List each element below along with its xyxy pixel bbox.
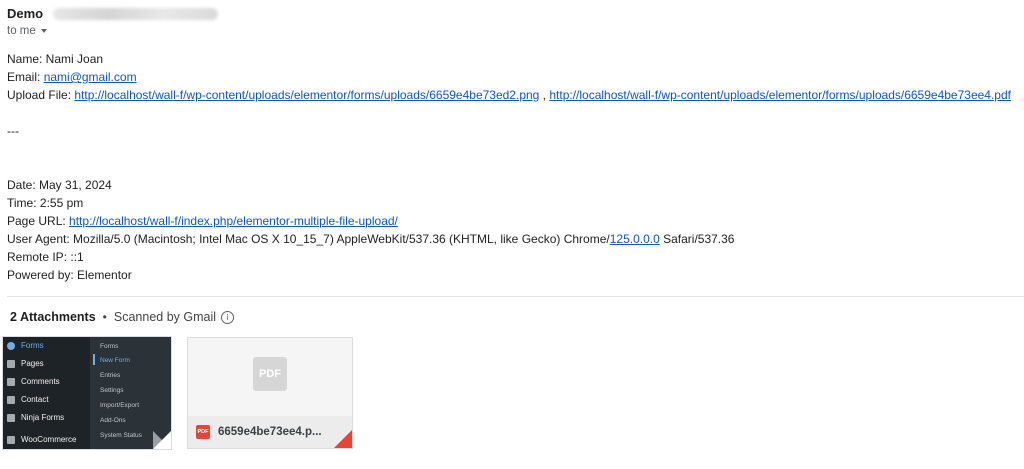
sender-row: Demo <box>7 6 219 21</box>
submenu-forms: Forms <box>100 343 119 350</box>
attachments-count: 2 Attachments <box>10 310 96 324</box>
forms-icon <box>7 341 15 350</box>
page-url-link[interactable]: http://localhost/wall-f/index.php/elemen… <box>69 214 398 228</box>
chrome-version-link[interactable]: 125.0.0.0 <box>610 232 660 246</box>
mail-icon <box>7 395 15 404</box>
attachment-file-name: 6659e4be73ee4.p... <box>218 426 322 438</box>
field-upload-label: Upload File: <box>7 88 75 102</box>
attachments-header: 2 Attachments • Scanned by Gmail i <box>10 310 235 324</box>
submenu-system-status: System Status <box>100 432 142 439</box>
upload-separator: , <box>539 88 550 102</box>
divider <box>7 296 1024 297</box>
field-user-agent: User Agent: Mozilla/5.0 (Macintosh; Inte… <box>7 230 1011 248</box>
sender-name[interactable]: Demo <box>7 6 43 21</box>
submenu-entries: Entries <box>100 372 121 379</box>
active-marker <box>93 354 95 365</box>
pages-icon <box>7 359 15 368</box>
wp-admin-menu: Forms Pages Comments Contact Ninja Forms… <box>3 337 87 449</box>
submenu-import-export: Import/Export <box>100 402 140 409</box>
upload-link-pdf[interactable]: http://localhost/wall-f/wp-content/uploa… <box>549 88 1011 102</box>
field-page-url: Page URL: http://localhost/wall-f/index.… <box>7 212 1011 230</box>
submenu-settings: Settings <box>100 387 124 394</box>
menu-item-woocommerce: WooCommerce <box>7 435 76 444</box>
info-icon[interactable]: i <box>221 310 235 324</box>
field-email: Email: nami@gmail.com <box>7 68 1011 86</box>
user-agent-prefix: User Agent: Mozilla/5.0 (Macintosh; Inte… <box>7 232 610 246</box>
field-email-label: Email: <box>7 70 44 84</box>
user-agent-suffix: Safari/537.36 <box>659 232 735 246</box>
menu-item-pages: Pages <box>7 359 44 368</box>
page-url-label: Page URL: <box>7 214 70 228</box>
email-body: Name: Nami Joan Email: nami@gmail.com Up… <box>7 50 1011 284</box>
upload-link-png[interactable]: http://localhost/wall-f/wp-content/uploa… <box>74 88 539 102</box>
woocommerce-icon <box>7 435 15 444</box>
page-fold-cut <box>153 431 171 449</box>
field-date: Date: May 31, 2024 <box>7 178 112 192</box>
field-time: Time: 2:55 pm <box>7 196 84 210</box>
comments-icon <box>7 377 15 386</box>
menu-item-forms: Forms <box>7 341 44 350</box>
sender-email-redacted <box>53 7 219 20</box>
pdf-badge-icon: PDF <box>196 425 210 439</box>
submenu-new-form: New Form <box>100 357 130 364</box>
attachment-thumbnail-pdf[interactable]: PDF PDF 6659e4be73ee4.p... <box>187 337 353 449</box>
email-link[interactable]: nami@gmail.com <box>44 70 137 84</box>
menu-item-ninja-forms: Ninja Forms <box>7 413 64 422</box>
attachment-name-bar: PDF 6659e4be73ee4.p... <box>188 416 352 448</box>
ninja-forms-icon <box>7 413 15 422</box>
field-name: Name: Nami Joan <box>7 52 104 66</box>
pdf-file-icon: PDF <box>253 357 287 391</box>
chevron-down-icon[interactable] <box>40 29 47 33</box>
attachment-thumbnail-png[interactable]: Forms Pages Comments Contact Ninja Forms… <box>3 337 171 449</box>
field-powered-by: Powered by: Elementor <box>7 268 132 282</box>
menu-item-contact: Contact <box>7 395 49 404</box>
recipient-label: to me <box>7 25 36 37</box>
bullet: • <box>102 310 107 324</box>
menu-item-comments: Comments <box>7 377 60 386</box>
recipient-row[interactable]: to me <box>7 25 47 37</box>
scanned-label: Scanned by Gmail <box>113 310 217 324</box>
field-upload: Upload File: http://localhost/wall-f/wp-… <box>7 86 1011 104</box>
field-remote-ip: Remote IP: ::1 <box>7 250 84 264</box>
body-separator: --- <box>7 124 19 138</box>
page-fold-red-corner <box>334 430 352 448</box>
submenu-add-ons: Add-Ons <box>100 417 126 424</box>
